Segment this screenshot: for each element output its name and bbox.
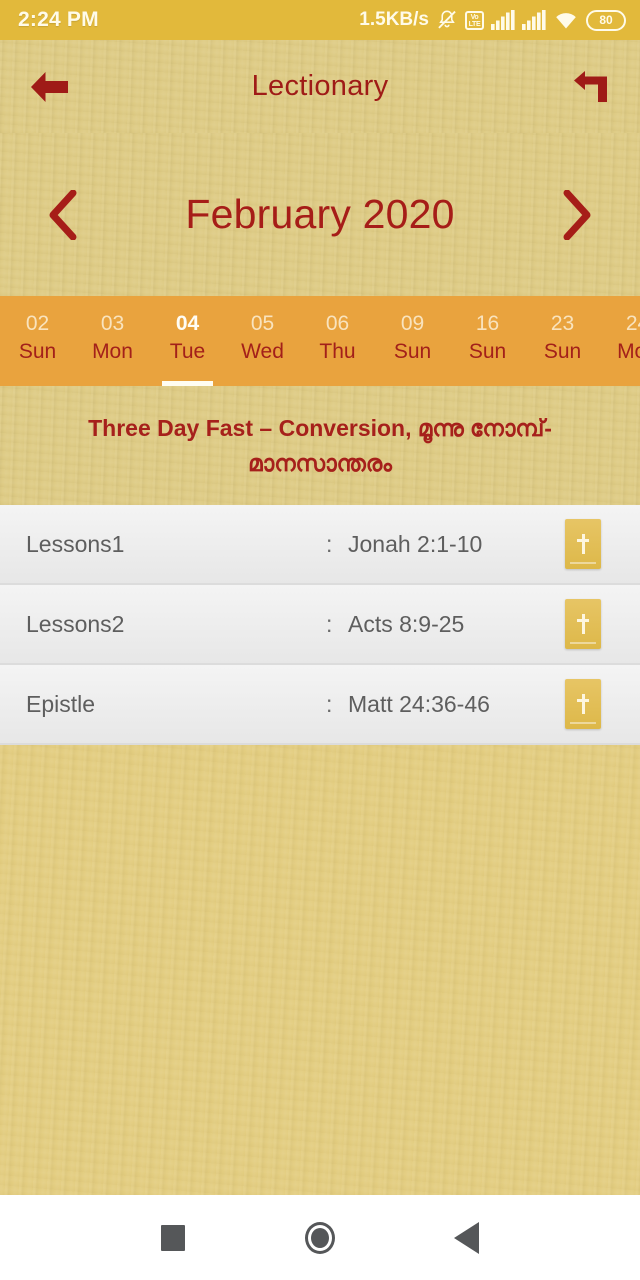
page-title: Lectionary bbox=[251, 70, 389, 102]
back-button[interactable] bbox=[22, 60, 76, 114]
chevron-right-icon bbox=[563, 189, 591, 240]
signal-bars-icon bbox=[522, 10, 546, 30]
android-navigation-bar bbox=[0, 1195, 640, 1280]
volte-top-label: Vo bbox=[470, 13, 479, 21]
recents-button[interactable] bbox=[143, 1208, 203, 1268]
network-speed-label: 1.5KB/s bbox=[359, 9, 429, 30]
system-back-button[interactable] bbox=[437, 1208, 497, 1268]
day-tab-date: 02 bbox=[25, 312, 50, 335]
lesson-separator: : bbox=[326, 530, 333, 557]
chevron-left-icon bbox=[49, 189, 77, 240]
back-arrow-icon bbox=[31, 71, 68, 102]
signal-bars-icon bbox=[491, 10, 515, 30]
volte-icon: Vo LTE bbox=[465, 10, 484, 30]
day-tab-date: 24 bbox=[625, 312, 640, 335]
day-tab-weekday: Sun bbox=[468, 340, 507, 363]
bible-book-icon[interactable] bbox=[565, 519, 601, 569]
day-tab-date: 04 bbox=[175, 312, 200, 335]
day-tab-09[interactable]: 09 Sun bbox=[375, 296, 450, 386]
day-tab-date: 03 bbox=[100, 312, 125, 335]
lesson-label: Lessons2 bbox=[26, 610, 125, 637]
cross-icon bbox=[576, 614, 590, 634]
cross-icon bbox=[576, 694, 590, 714]
lesson-reference: Jonah 2:1-10 bbox=[348, 530, 483, 557]
home-button[interactable] bbox=[290, 1208, 350, 1268]
day-tab-05[interactable]: 05 Wed bbox=[225, 296, 300, 386]
return-today-button[interactable] bbox=[564, 60, 618, 114]
day-tab-weekday: Mon bbox=[92, 340, 133, 363]
occasion-banner: Three Day Fast – Conversion, മൂന്നു നോമ്… bbox=[0, 386, 640, 505]
day-tab-03[interactable]: 03 Mon bbox=[75, 296, 150, 386]
occasion-title: Three Day Fast – Conversion, മൂന്നു നോമ്… bbox=[88, 414, 552, 476]
day-tab-weekday: Tue bbox=[169, 340, 206, 363]
bible-book-icon[interactable] bbox=[565, 599, 601, 649]
status-clock: 2:24 PM bbox=[18, 8, 99, 31]
lesson-list: Lessons1: Jonah 2:1-10 Lessons2: Acts 8:9-2… bbox=[0, 505, 640, 745]
volte-bottom-label: LTE bbox=[468, 20, 481, 28]
month-label: February 2020 bbox=[185, 191, 455, 237]
next-month-button[interactable] bbox=[554, 186, 600, 244]
lesson-row[interactable]: Epistle: Matt 24:36-46 bbox=[0, 665, 640, 745]
bible-book-icon[interactable] bbox=[565, 679, 601, 729]
wifi-icon bbox=[556, 13, 576, 29]
day-tab-02[interactable]: 02 Sun bbox=[0, 296, 75, 386]
lesson-separator: : bbox=[326, 690, 333, 717]
battery-icon: 80 bbox=[586, 9, 626, 31]
month-selector: February 2020 bbox=[0, 133, 640, 296]
bell-mute-icon bbox=[438, 10, 456, 29]
day-tab-strip[interactable]: 02 Sun 03 Mon 04 Tue 05 Wed 06 Thu 09 Sun 16 Sun 23 Sun… bbox=[0, 296, 640, 386]
lesson-label: Lessons1 bbox=[26, 530, 125, 557]
content-background bbox=[0, 745, 640, 1195]
app-bar: Lectionary bbox=[0, 40, 640, 133]
cross-icon bbox=[576, 534, 590, 554]
back-triangle-icon bbox=[454, 1221, 480, 1254]
day-tab-16[interactable]: 16 Sun bbox=[450, 296, 525, 386]
day-tab-date: 09 bbox=[400, 312, 425, 335]
lesson-row[interactable]: Lessons1: Jonah 2:1-10 bbox=[0, 505, 640, 585]
status-bar: 2:24 PM 1.5KB/s Vo LTE 80 bbox=[0, 0, 640, 40]
day-tab-06[interactable]: 06 Thu bbox=[300, 296, 375, 386]
day-tab-date: 05 bbox=[250, 312, 275, 335]
day-tab-weekday: Thu bbox=[319, 340, 356, 363]
day-tab-weekday: Sun bbox=[543, 340, 582, 363]
return-today-icon bbox=[574, 70, 607, 102]
day-tab-24[interactable]: 24 Mon bbox=[600, 296, 640, 386]
day-tab-weekday: Mon bbox=[617, 340, 640, 363]
day-tab-23[interactable]: 23 Sun bbox=[525, 296, 600, 386]
lesson-label: Epistle bbox=[26, 690, 96, 717]
battery-level-label: 80 bbox=[599, 12, 613, 27]
day-tab-weekday: Sun bbox=[18, 340, 57, 363]
lesson-reference: Acts 8:9-25 bbox=[348, 610, 465, 637]
previous-month-button[interactable] bbox=[40, 186, 86, 244]
status-icons: 1.5KB/s Vo LTE 80 bbox=[359, 9, 626, 31]
day-tab-date: 06 bbox=[325, 312, 350, 335]
lesson-reference: Matt 24:36-46 bbox=[348, 690, 490, 717]
day-tab-04[interactable]: 04 Tue bbox=[150, 296, 225, 386]
home-circle-icon bbox=[304, 1221, 335, 1254]
lesson-separator: : bbox=[326, 610, 333, 637]
day-tab-weekday: Sun bbox=[393, 340, 432, 363]
day-tab-weekday: Wed bbox=[241, 340, 284, 363]
recents-square-icon bbox=[161, 1224, 186, 1251]
lesson-row[interactable]: Lessons2: Acts 8:9-25 bbox=[0, 585, 640, 665]
day-tab-date: 16 bbox=[475, 312, 500, 335]
day-tab-date: 23 bbox=[550, 312, 575, 335]
